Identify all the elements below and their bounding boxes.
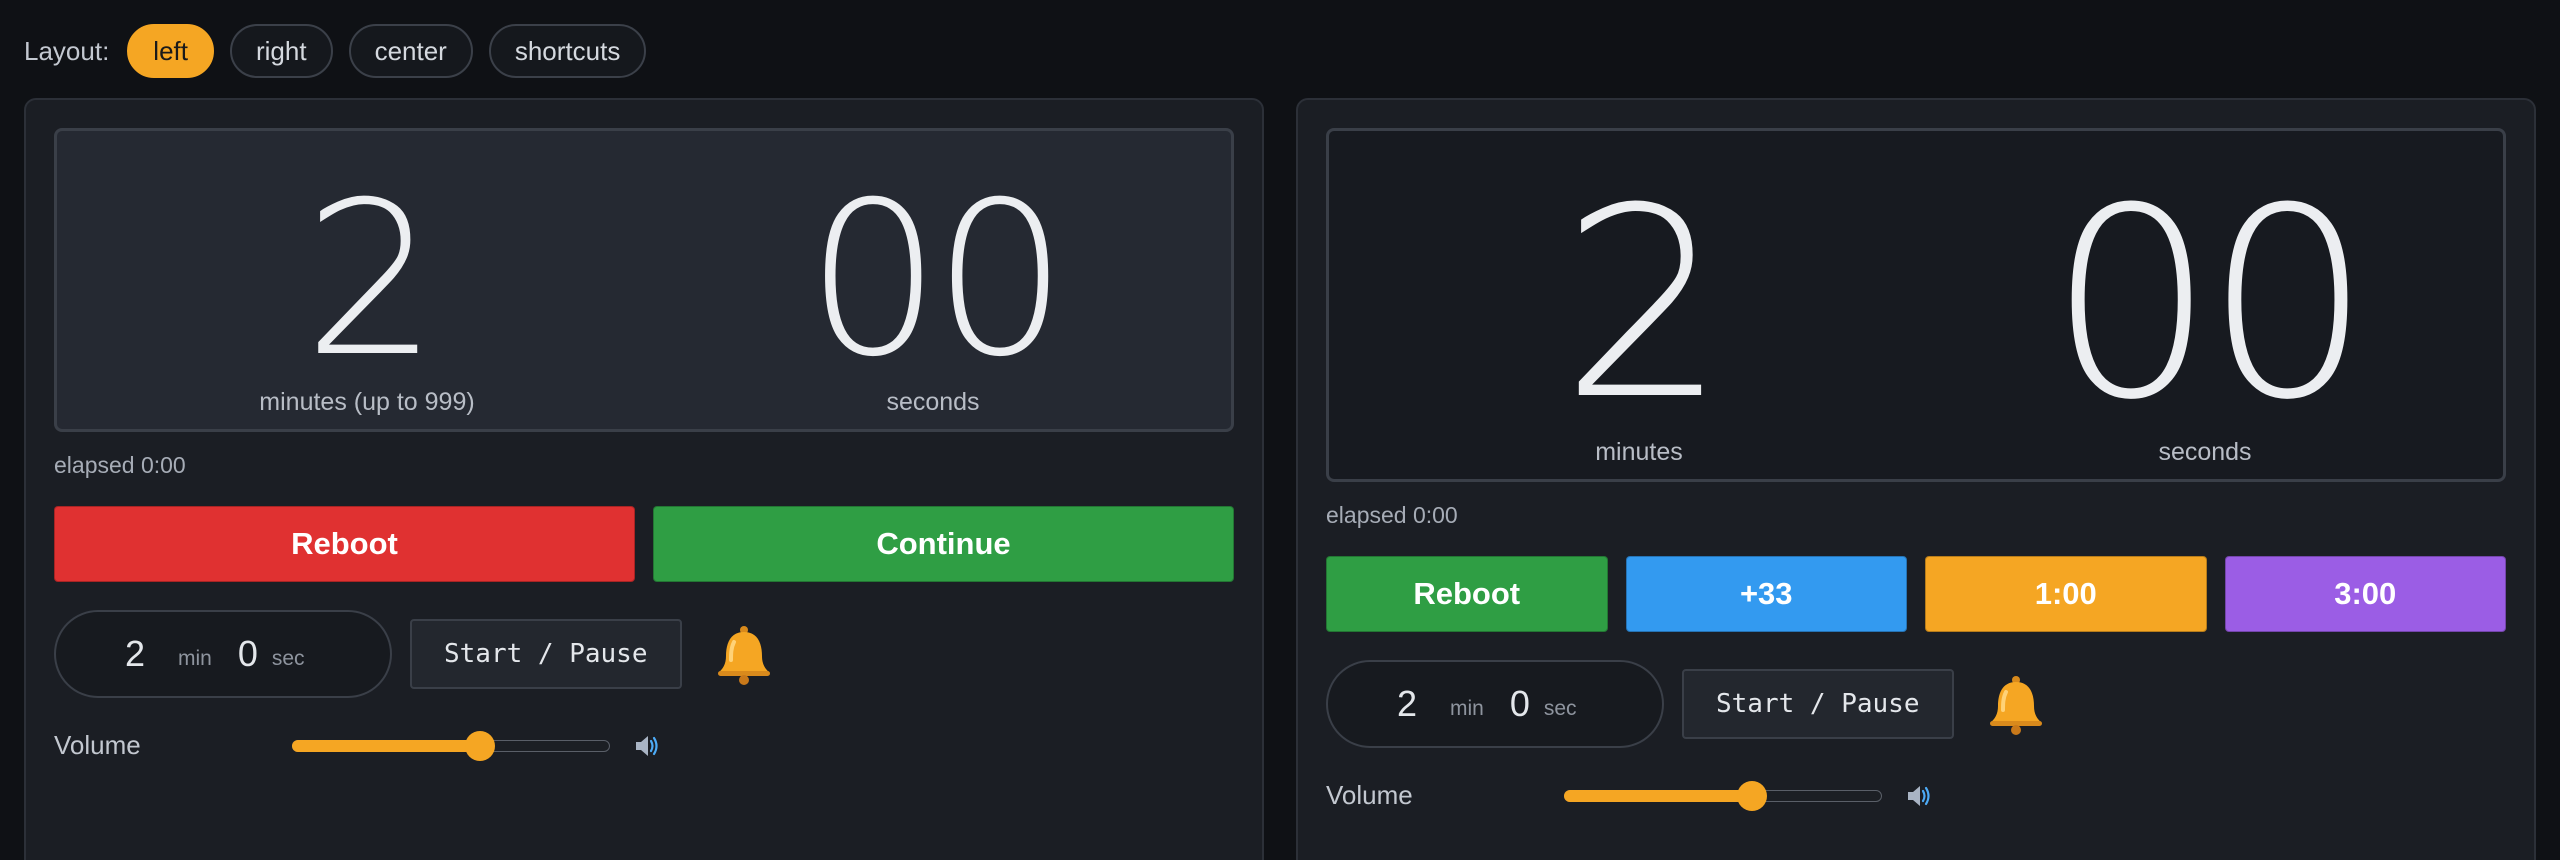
seconds-display: 00 — [806, 156, 1068, 403]
min-unit-label: min — [178, 647, 212, 670]
minutes-caption: minutes (up to 999) — [259, 388, 475, 416]
preset-1-00-button[interactable]: 1:00 — [1925, 556, 2207, 632]
speaker-icon[interactable] — [1904, 781, 1934, 811]
seconds-caption: seconds — [2158, 438, 2252, 466]
elapsed-text: elapsed 0:00 — [54, 452, 186, 478]
volume-label: Volume — [1326, 780, 1413, 810]
layout-option-left[interactable]: left — [127, 24, 214, 78]
minutes-caption: minutes — [1595, 438, 1683, 466]
start-pause-button[interactable]: Start / Pause — [410, 619, 682, 689]
bell-icon[interactable] — [1984, 672, 2048, 736]
speaker-icon[interactable] — [632, 731, 662, 761]
seconds-group: 00 seconds — [1925, 131, 2485, 479]
seconds-input[interactable]: 0 — [1496, 683, 1544, 725]
volume-slider[interactable] — [1564, 780, 1882, 811]
timer-panel-left: 2 minutes (up to 999) 00 seconds elapsed… — [24, 98, 1264, 860]
layout-option-center[interactable]: center — [348, 24, 473, 78]
controls: 2 min 0 sec Start / Pause — [54, 610, 776, 698]
volume-control: Volume — [1326, 780, 1934, 811]
layout-selector: Layout: left right center shortcuts — [24, 24, 647, 78]
start-pause-button[interactable]: Start / Pause — [1682, 669, 1954, 739]
slider-thumb[interactable] — [1736, 780, 1767, 811]
volume-slider[interactable] — [292, 730, 610, 761]
time-input: 2 min 0 sec — [1326, 660, 1664, 748]
sec-unit-label: sec — [1543, 697, 1577, 720]
action-buttons: Reboot Continue — [54, 506, 1234, 582]
minutes-input[interactable]: 2 — [1364, 683, 1450, 725]
slider-fill — [1564, 789, 1752, 802]
elapsed-text: elapsed 0:00 — [1326, 502, 1458, 528]
seconds-group: 00 seconds — [653, 131, 1213, 429]
minutes-input[interactable]: 2 — [92, 633, 178, 675]
slider-thumb[interactable] — [464, 730, 495, 761]
sec-unit-label: sec — [271, 647, 305, 670]
reboot-button[interactable]: Reboot — [54, 506, 635, 582]
preset-3-00-button[interactable]: 3:00 — [2224, 556, 2506, 632]
action-buttons: Reboot +33 1:00 3:00 — [1326, 556, 2506, 632]
volume-control: Volume — [54, 730, 662, 761]
bell-icon[interactable] — [712, 622, 776, 686]
timer-panel-right: 2 minutes 00 seconds elapsed 0:00 Reboot… — [1296, 98, 2536, 860]
seconds-display: 00 — [2048, 152, 2371, 457]
timer-display: 2 minutes 00 seconds — [1326, 128, 2506, 482]
seconds-input[interactable]: 0 — [224, 633, 272, 675]
min-unit-label: min — [1450, 697, 1484, 720]
minutes-display: 2 — [1560, 152, 1728, 457]
continue-button[interactable]: Continue — [653, 506, 1234, 582]
seconds-caption: seconds — [886, 388, 980, 416]
layout-option-shortcuts[interactable]: shortcuts — [488, 24, 647, 78]
reboot-button[interactable]: Reboot — [1326, 556, 1608, 632]
slider-fill — [292, 739, 480, 752]
minutes-group: 2 minutes (up to 999) — [87, 131, 647, 429]
time-input: 2 min 0 sec — [54, 610, 392, 698]
controls: 2 min 0 sec Start / Pause — [1326, 660, 2048, 748]
volume-label: Volume — [54, 730, 141, 760]
layout-label: Layout: — [24, 35, 110, 66]
timer-display: 2 minutes (up to 999) 00 seconds — [54, 128, 1234, 432]
minutes-display: 2 — [303, 156, 439, 403]
layout-option-right[interactable]: right — [229, 24, 333, 78]
add-33-button[interactable]: +33 — [1625, 556, 1907, 632]
minutes-group: 2 minutes — [1359, 131, 1919, 479]
